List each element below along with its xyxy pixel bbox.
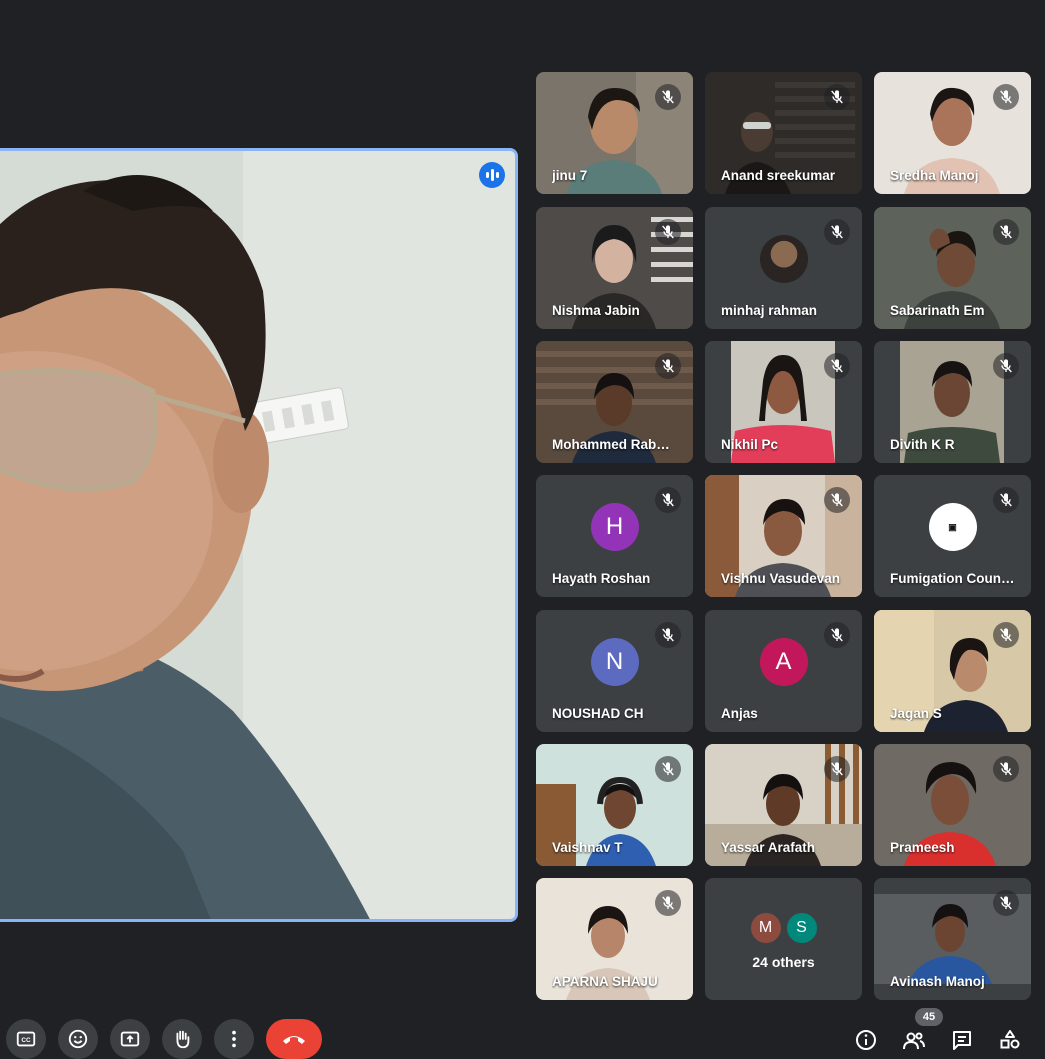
- emoji-reactions-button[interactable]: [58, 1019, 98, 1059]
- activities-button[interactable]: [997, 1028, 1023, 1054]
- participant-tile[interactable]: Mohammed Rab…: [536, 341, 693, 463]
- mic-off-icon: [655, 890, 681, 916]
- mic-off-icon: [993, 890, 1019, 916]
- avatar: H: [590, 503, 639, 551]
- participant-name: jinu 7: [552, 168, 588, 183]
- participant-tile[interactable]: Avinash Manoj: [874, 878, 1031, 1000]
- participant-tile[interactable]: Nishma Jabin: [536, 207, 693, 329]
- mic-off-icon: [993, 487, 1019, 513]
- avatar: M: [748, 911, 783, 945]
- captions-icon: CC: [16, 1031, 36, 1047]
- speaker-video: [0, 151, 515, 919]
- avatar: [759, 235, 808, 283]
- participant-tile[interactable]: Jagan S: [874, 610, 1031, 732]
- mic-off-icon: [655, 219, 681, 245]
- participant-name: Nishma Jabin: [552, 303, 640, 318]
- mic-off-icon: [655, 353, 681, 379]
- participant-name: Mohammed Rab…: [552, 437, 670, 452]
- mic-off-icon: [993, 756, 1019, 782]
- participant-tile[interactable]: Sredha Manoj: [874, 72, 1031, 194]
- mic-off-icon: [993, 219, 1019, 245]
- others-avatars: M S: [705, 911, 862, 945]
- participant-name: Hayath Roshan: [552, 571, 651, 586]
- present-screen-button[interactable]: [110, 1019, 150, 1059]
- participant-name: Divith K R: [890, 437, 955, 452]
- company-logo-avatar: ▣: [928, 503, 977, 551]
- raise-hand-icon: [176, 1030, 190, 1049]
- participant-name: Sredha Manoj: [890, 168, 979, 183]
- participant-tile[interactable]: A Anjas: [705, 610, 862, 732]
- mic-off-icon: [655, 487, 681, 513]
- participant-name: Avinash Manoj: [890, 974, 985, 989]
- participant-tile[interactable]: Nikhil Pc: [705, 341, 862, 463]
- participant-tile[interactable]: N NOUSHAD CH: [536, 610, 693, 732]
- meeting-info-icon: [856, 1030, 876, 1050]
- chat-button[interactable]: [949, 1028, 975, 1054]
- avatar: N: [590, 638, 639, 686]
- end-call-button[interactable]: [266, 1019, 322, 1059]
- more-options-icon: [232, 1030, 236, 1048]
- more-options-button[interactable]: [214, 1019, 254, 1059]
- mic-off-icon: [824, 756, 850, 782]
- participant-name: Yassar Arafath: [721, 840, 816, 855]
- raise-hand-button[interactable]: [162, 1019, 202, 1059]
- participant-tile[interactable]: Prameesh: [874, 744, 1031, 866]
- participant-name: Prameesh: [890, 840, 955, 855]
- mic-off-icon: [993, 622, 1019, 648]
- avatar: A: [759, 638, 808, 686]
- participant-name: NOUSHAD CH: [552, 706, 644, 721]
- participant-name: Anjas: [721, 706, 758, 721]
- meeting-info-button[interactable]: [853, 1028, 879, 1054]
- chat-icon: [953, 1031, 971, 1050]
- participant-name: Jagan S: [890, 706, 942, 721]
- people-button[interactable]: [901, 1028, 927, 1054]
- participant-name: APARNA SHAJU: [552, 974, 658, 989]
- people-icon: [903, 1032, 925, 1050]
- participant-name: Vishnu Vasudevan: [721, 571, 841, 586]
- captions-button[interactable]: CC: [6, 1019, 46, 1059]
- participant-tile[interactable]: Yassar Arafath: [705, 744, 862, 866]
- mic-off-icon: [824, 84, 850, 110]
- present-screen-icon: [120, 1031, 140, 1047]
- participant-name: Vaishnav T: [552, 840, 623, 855]
- participant-count-badge: 45: [915, 1008, 943, 1026]
- participant-tile[interactable]: Vaishnav T: [536, 744, 693, 866]
- participant-tile[interactable]: Divith K R: [874, 341, 1031, 463]
- audio-level-icon: [479, 162, 505, 188]
- main-speaker-tile[interactable]: [0, 148, 518, 922]
- participant-tile[interactable]: Vishnu Vasudevan: [705, 475, 862, 597]
- mic-off-icon: [655, 622, 681, 648]
- avatar: S: [784, 911, 819, 945]
- mic-off-icon: [655, 84, 681, 110]
- activities-icon: [1000, 1030, 1020, 1049]
- participant-tile[interactable]: H Hayath Roshan: [536, 475, 693, 597]
- others-count-label: 24 others: [752, 954, 815, 970]
- end-call-icon: [283, 1036, 305, 1044]
- mic-off-icon: [993, 84, 1019, 110]
- mic-off-icon: [824, 622, 850, 648]
- participant-name: Sabarinath Em: [890, 303, 985, 318]
- mic-off-icon: [993, 353, 1019, 379]
- svg-text:CC: CC: [21, 1037, 31, 1044]
- mic-off-icon: [655, 756, 681, 782]
- others-tile[interactable]: M S 24 others: [705, 878, 862, 1000]
- mic-off-icon: [824, 487, 850, 513]
- participant-tile[interactable]: APARNA SHAJU: [536, 878, 693, 1000]
- participant-name: minhaj rahman: [721, 303, 818, 318]
- participant-tile[interactable]: jinu 7: [536, 72, 693, 194]
- participant-name: Nikhil Pc: [721, 437, 779, 452]
- mic-off-icon: [824, 353, 850, 379]
- mic-off-icon: [824, 219, 850, 245]
- participant-tile[interactable]: minhaj rahman: [705, 207, 862, 329]
- participant-tile[interactable]: ▣ Fumigation Coun…: [874, 475, 1031, 597]
- participant-tile[interactable]: Sabarinath Em: [874, 207, 1031, 329]
- participant-tile[interactable]: Anand sreekumar: [705, 72, 862, 194]
- emoji-icon: [68, 1029, 88, 1049]
- participant-name: Anand sreekumar: [721, 168, 836, 183]
- participant-name: Fumigation Coun…: [890, 571, 1015, 586]
